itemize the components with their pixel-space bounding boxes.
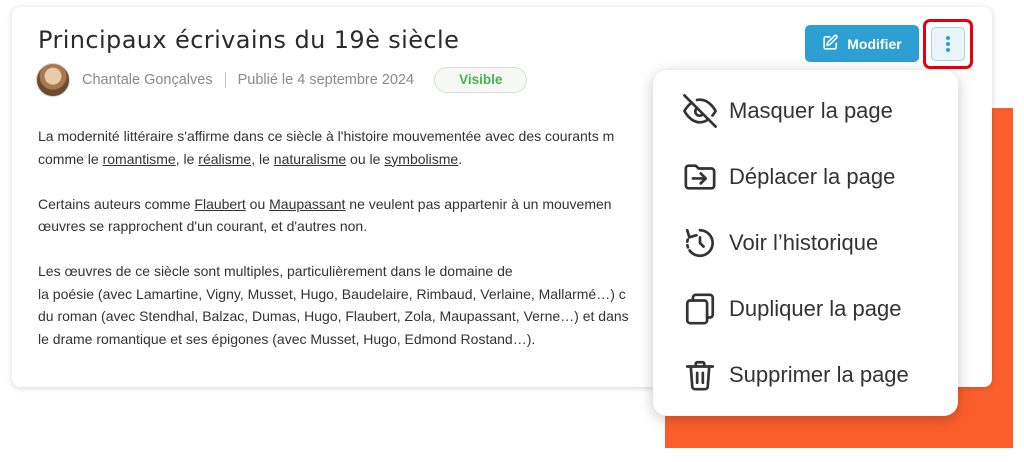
menu-item-label: Dupliquer la page <box>729 296 902 321</box>
trash-icon <box>682 357 718 393</box>
text: le drame romantique et ses épigones (ave… <box>38 330 536 347</box>
text: La modernité littéraire s'affirme dans c… <box>38 128 615 144</box>
text: Certains auteurs comme <box>38 195 195 212</box>
link-symbolisme[interactable]: symbolisme <box>384 151 458 167</box>
link-flaubert[interactable]: Flaubert <box>194 196 245 212</box>
more-vertical-icon <box>931 27 965 61</box>
page-title: Principaux écrivains du 19è siècle <box>38 26 460 54</box>
link-naturalisme[interactable]: naturalisme <box>274 151 346 167</box>
text: la poésie (avec Lamartine, Vigny, Musset… <box>38 285 626 302</box>
status-badge: Visible <box>434 67 528 93</box>
folder-move-icon <box>682 159 718 195</box>
paragraph-2: Certains auteurs comme Flaubert ou Maupa… <box>38 193 678 238</box>
meta-divider <box>224 72 226 88</box>
text: comme le <box>38 150 103 167</box>
author-avatar <box>36 63 70 97</box>
history-icon <box>682 225 718 261</box>
menu-item-label: Déplacer la page <box>729 164 896 189</box>
text: ou <box>245 195 270 212</box>
menu-item-duplicate-page[interactable]: Dupliquer la page <box>653 276 958 342</box>
menu-item-label: Masquer la page <box>729 98 893 123</box>
text: . <box>458 150 463 167</box>
eye-off-icon <box>682 93 718 129</box>
menu-item-delete-page[interactable]: Supprimer la page <box>653 342 958 408</box>
more-options-button[interactable] <box>923 19 973 69</box>
options-menu: Masquer la page Déplacer la page Voir l’… <box>653 70 958 416</box>
author-name: Chantale Gonçalves <box>82 72 213 88</box>
paragraph-1: La modernité littéraire s'affirme dans c… <box>38 125 678 170</box>
edit-icon <box>822 34 839 54</box>
page-meta: Chantale Gonçalves Publié le 4 septembre… <box>36 63 528 97</box>
menu-item-move-page[interactable]: Déplacer la page <box>653 144 958 210</box>
menu-item-label: Voir l’historique <box>729 230 879 255</box>
link-realisme[interactable]: réalisme <box>198 151 251 167</box>
edit-button-label: Modifier <box>847 35 902 52</box>
menu-item-label: Supprimer la page <box>729 362 909 387</box>
text: , le <box>251 150 274 167</box>
duplicate-icon <box>682 291 718 327</box>
text: ne veulent pas appartenir à un mouvemen <box>345 195 612 212</box>
text: Les œuvres de ce siècle sont multiples, … <box>38 263 513 279</box>
page-content: La modernité littéraire s'affirme dans c… <box>38 125 678 373</box>
text: ou le <box>346 150 385 167</box>
edit-button[interactable]: Modifier <box>805 25 919 62</box>
paragraph-3: Les œuvres de ce siècle sont multiples, … <box>38 260 678 350</box>
text: œuvres se rapprochent d'un courant, et d… <box>38 218 368 234</box>
menu-item-history[interactable]: Voir l’historique <box>653 210 958 276</box>
menu-item-hide-page[interactable]: Masquer la page <box>653 78 958 144</box>
text: du roman (avec Stendhal, Balzac, Dumas, … <box>38 308 629 324</box>
publish-date: Publié le 4 septembre 2024 <box>237 72 415 88</box>
link-romantisme[interactable]: romantisme <box>103 151 176 167</box>
link-maupassant[interactable]: Maupassant <box>269 196 345 212</box>
text: , le <box>175 150 199 167</box>
